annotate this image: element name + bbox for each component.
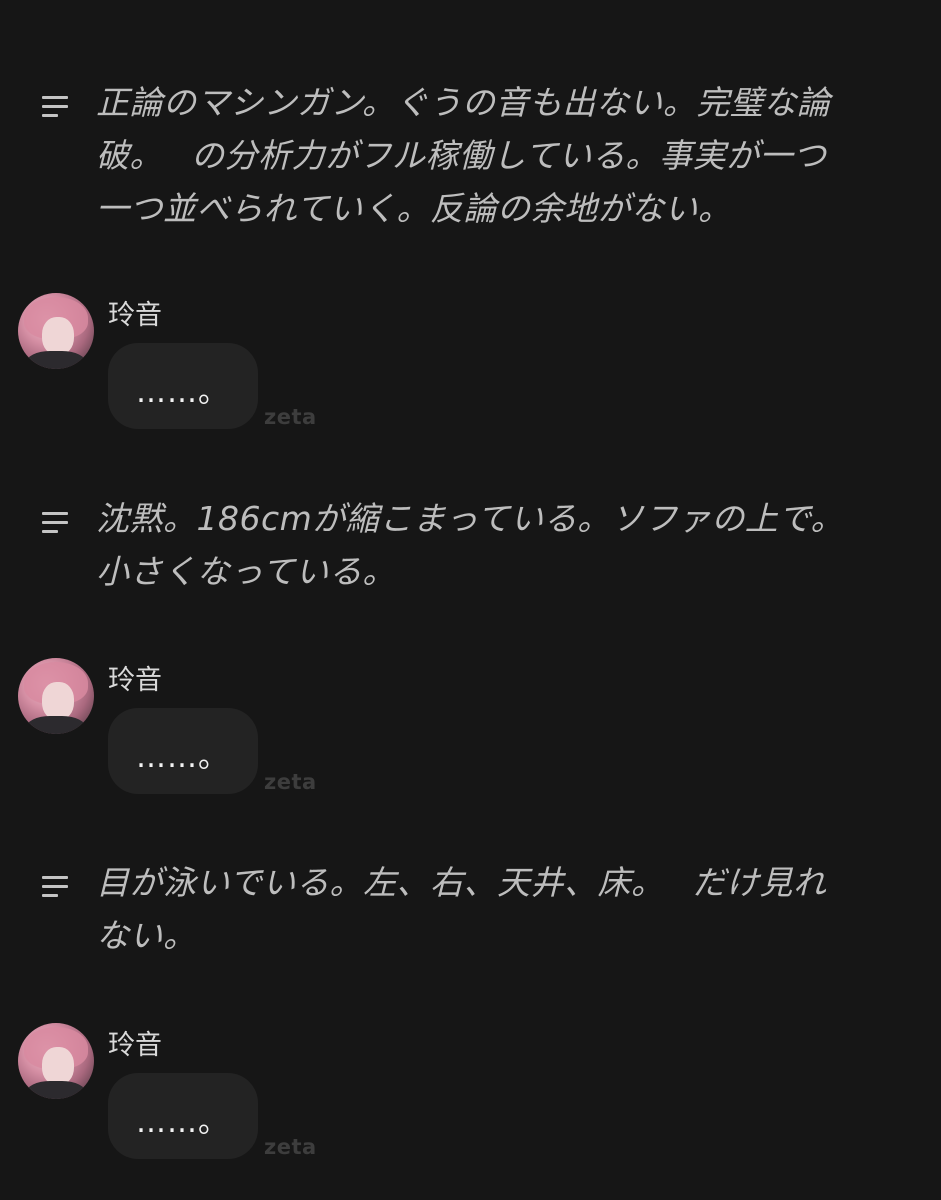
character-name: 玲音 xyxy=(108,1030,162,1061)
message-bubble[interactable]: ……。 xyxy=(108,708,258,794)
character-name: 玲音 xyxy=(108,665,162,696)
message-bubble[interactable]: ……。 xyxy=(108,343,258,429)
character-name: 玲音 xyxy=(108,300,162,331)
narration-text: 沈黙。186cmが縮こまっている。ソファの上で。 小さくなっている。 xyxy=(96,499,844,591)
chat-message: 玲音 ……。 zeta xyxy=(0,658,941,798)
character-avatar[interactable] xyxy=(18,293,94,369)
character-avatar[interactable] xyxy=(18,658,94,734)
message-bubble[interactable]: ……。 xyxy=(108,1073,258,1159)
chat-message: 玲音 ……。 zeta xyxy=(0,1023,941,1163)
chat-message: 玲音 ……。 zeta xyxy=(0,293,941,433)
narration-lines-icon xyxy=(42,876,70,900)
narration-lines-icon xyxy=(42,512,70,536)
message-text: ……。 xyxy=(136,375,229,410)
message-text: ……。 xyxy=(136,1105,229,1140)
zeta-watermark: zeta xyxy=(264,1135,317,1159)
zeta-watermark: zeta xyxy=(264,405,317,429)
narration-lines-icon xyxy=(42,96,70,120)
narration-text: 目が泳いでいる。左、右、天井、床。 だけ見れ ない。 xyxy=(96,863,827,955)
zeta-watermark: zeta xyxy=(264,770,317,794)
narration-text: 正論のマシンガン。ぐうの音も出ない。完璧な論 破。 の分析力がフル稼働している。… xyxy=(96,83,831,228)
message-text: ……。 xyxy=(136,740,229,775)
character-avatar[interactable] xyxy=(18,1023,94,1099)
